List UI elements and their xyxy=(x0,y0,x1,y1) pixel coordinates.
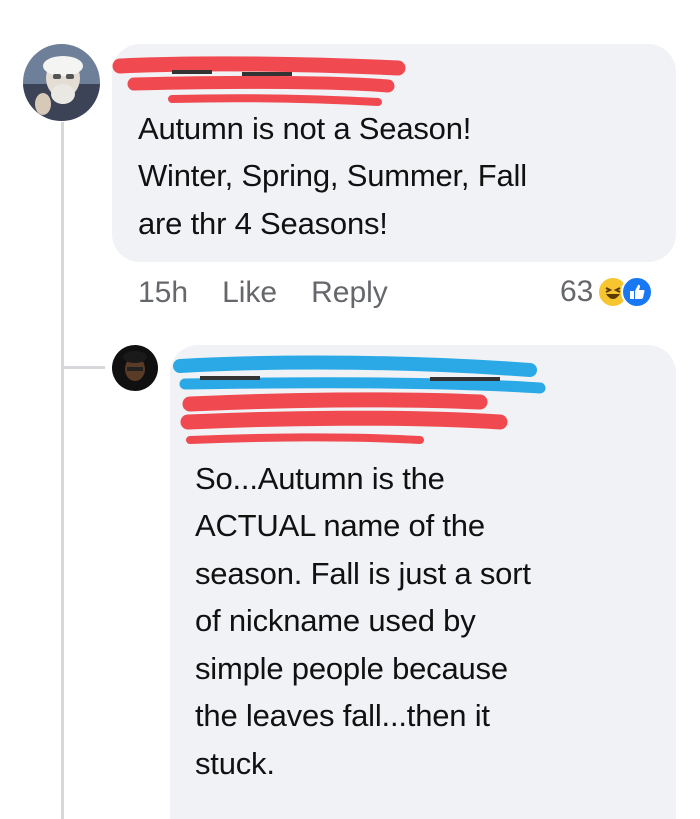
reaction-summary[interactable]: 63 xyxy=(560,275,654,309)
timestamp[interactable]: 15h xyxy=(138,276,188,310)
like-icon xyxy=(621,276,654,308)
redacted-reply-author-name xyxy=(173,355,546,444)
reply-avatar[interactable] xyxy=(112,345,158,391)
thread-line-branch xyxy=(61,366,105,369)
reaction-count: 63 xyxy=(560,275,594,308)
avatar[interactable] xyxy=(23,44,100,121)
comment-text: Autumn is not a Season! Winter, Spring, … xyxy=(138,111,527,241)
comment-actions: 15h Like Reply xyxy=(138,276,388,310)
like-button[interactable]: Like xyxy=(222,276,277,310)
reply-text: So...Autumn is the ACTUAL name of the se… xyxy=(195,461,531,781)
thread-line-vertical xyxy=(61,122,64,819)
redacted-author-name xyxy=(112,56,406,106)
reply-button[interactable]: Reply xyxy=(311,276,388,310)
